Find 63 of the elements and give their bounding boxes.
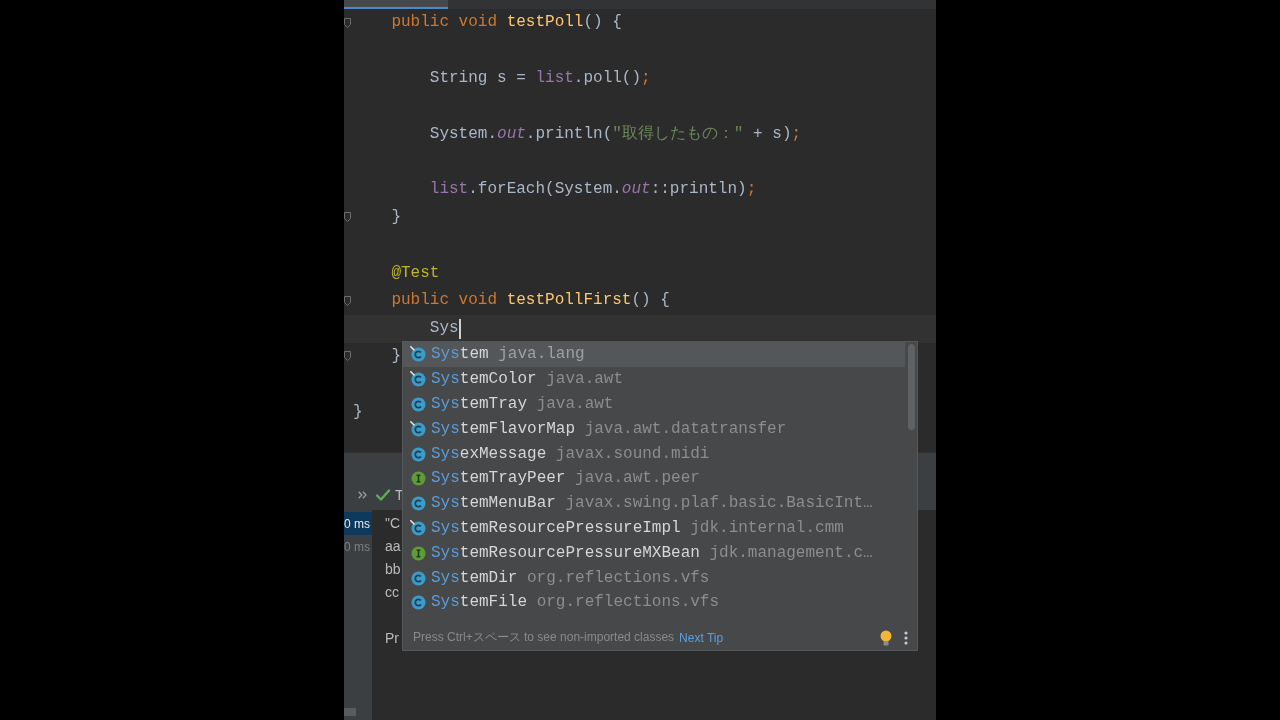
code-line: @Test [390,262,440,284]
package-name: java.awt [546,370,624,389]
class-name: SystemResourcePressureMXBean [431,543,700,562]
completion-item[interactable]: SystemTray java.awt [403,391,905,417]
completion-item[interactable]: SystemTrayPeer java.awt.peer [403,466,905,491]
package-name: jdk.management.c… [709,543,873,562]
completion-item[interactable]: SystemResourcePressureMXBean jdk.management.c… [403,540,905,566]
class-name: SystemMenuBar [431,494,556,513]
class-name: SystemTrayPeer [431,469,566,488]
package-name: java.awt.peer [575,469,700,488]
scrollbar-thumb[interactable] [908,344,915,430]
scrollbar-thumb[interactable] [344,708,356,716]
package-name: jdk.internal.cmm [690,518,844,537]
class-name: SystemColor [431,370,537,389]
completion-item[interactable]: SystemResourcePressureImpl jdk.internal.cmm [403,515,905,541]
code-line: String s = list.poll(); [428,68,651,89]
test-duration[interactable]: 0 ms [344,512,372,535]
console-line: cc [385,583,399,602]
more-options-icon[interactable] [904,630,908,645]
code-line: public void testPoll() { [390,12,622,34]
completion-item[interactable]: System java.lang [403,342,905,367]
package-name: org.reflections.vfs [536,593,720,612]
package-name: javax.sound.midi [555,444,710,463]
package-name: org.reflections.vfs [527,568,710,587]
console-line: "C [385,514,401,533]
code-line: System.out.println("取得したもの：" + s); [428,123,802,145]
code-line: Sys [428,318,459,340]
fold-marker-icon[interactable] [344,212,351,223]
editor-tab[interactable] [344,0,448,9]
package-name: javax.swing.plaf.basic.BasicInt… [565,494,873,513]
double-chevron-icon[interactable] [358,491,367,499]
code-line: } [390,345,401,367]
console-line: bb [385,560,401,579]
completion-item[interactable]: SystemFile org.reflections.vfs [403,589,905,615]
text-cursor [458,318,461,339]
package-name: java.lang [498,345,585,364]
next-tip-link[interactable]: Next Tip [679,630,724,645]
code-line: } [353,401,363,423]
completion-item[interactable]: SystemMenuBar javax.swing.plaf.basic.BasicInt… [403,490,905,516]
class-name: System [431,345,489,364]
package-name: java.awt.datatransfer [584,419,787,438]
console-line: Pr [385,629,399,648]
hint-text: Press Ctrl+スペース to see non-imported classes [413,629,675,646]
fold-marker-icon[interactable] [344,17,351,28]
code-line: list.forEach(System.out::println); [428,179,757,201]
check-icon [376,489,390,501]
completion-item[interactable]: SystemDir org.reflections.vfs [403,565,905,590]
completion-item[interactable]: SysexMessage javax.sound.midi [403,441,905,466]
fold-marker-icon[interactable] [344,295,351,306]
class-name: SystemResourcePressureImpl [431,518,681,537]
class-name: SystemFile [431,593,528,612]
class-name: SystemDir [431,568,518,587]
fold-marker-icon[interactable] [344,351,351,362]
class-name: SysexMessage [431,444,547,463]
code-line: public void testPollFirst() { [390,290,670,312]
completion-item[interactable]: SystemFlavorMap java.awt.datatransfer [403,416,905,442]
class-name: SystemFlavorMap [431,419,576,438]
console-line: aa [385,537,401,556]
code-line: } [390,206,401,228]
class-name: SystemTray [431,395,528,413]
completion-item[interactable]: SystemColor java.awt [403,366,905,392]
package-name: java.awt [536,395,614,413]
lightbulb-icon[interactable] [880,629,892,646]
